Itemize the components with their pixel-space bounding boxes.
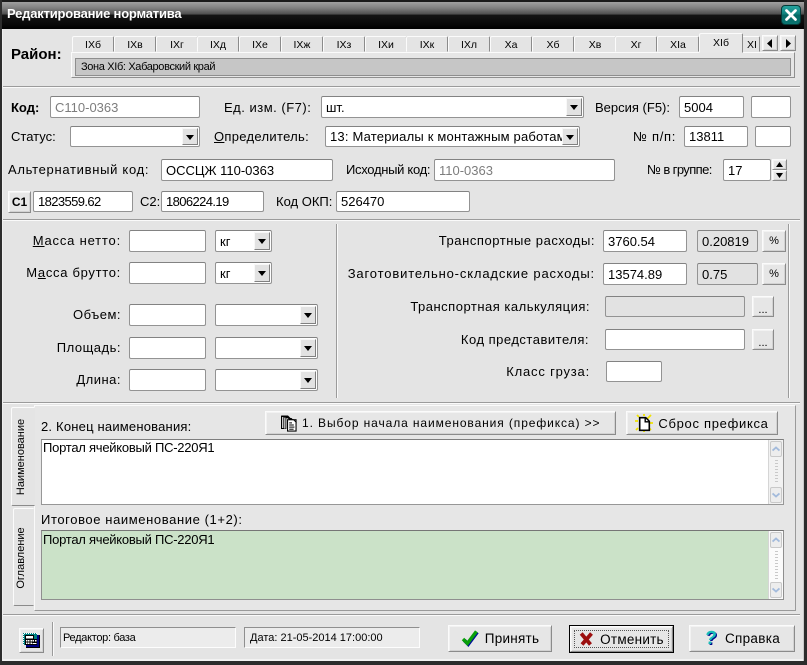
svg-text:Наименование: Наименование — [15, 419, 27, 495]
svg-text:Оглавление: Оглавление — [15, 527, 27, 588]
svg-text:?: ? — [704, 629, 718, 648]
